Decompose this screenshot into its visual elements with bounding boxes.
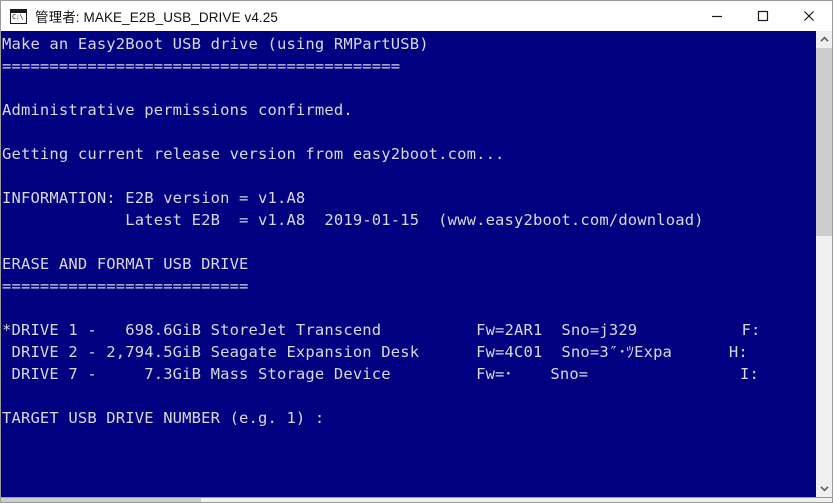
console-line: ERASE AND FORMAT USB DRIVE [2, 255, 249, 273]
scroll-up-button[interactable] [816, 31, 832, 48]
console-line: DRIVE 2 - 2,794.5GiB Seagate Expansion D… [2, 343, 748, 361]
console-line: Latest E2B = v1.A8 2019-01-15 (www.easy2… [2, 211, 704, 229]
scrollbar-thumb[interactable] [816, 48, 832, 236]
console-window-icon: C:\ [10, 8, 27, 24]
scrollbar-track[interactable] [816, 48, 832, 480]
horizontal-scrollbar[interactable] [1, 497, 832, 502]
icon-prompt-glyph: C:\ [12, 12, 24, 21]
scroll-down-button[interactable] [816, 480, 832, 497]
console-window: C:\ 管理者: MAKE_E2B_USB_DRIVE v4.25 Make a… [0, 0, 833, 503]
console-output[interactable]: Make an Easy2Boot USB drive (using RMPar… [1, 31, 815, 497]
window-controls [694, 1, 832, 31]
console-line: DRIVE 7 - 7.3GiB Mass Storage Device Fw=… [2, 365, 759, 383]
console-text-buffer: Make an Easy2Boot USB drive (using RMPar… [2, 33, 815, 429]
vertical-scrollbar[interactable] [815, 31, 832, 497]
chevron-up-icon [820, 36, 829, 42]
minimize-icon [712, 15, 722, 18]
console-line: ========================================… [2, 57, 401, 75]
console-line: INFORMATION: E2B version = v1.A8 [2, 189, 306, 207]
window-title: 管理者: MAKE_E2B_USB_DRIVE v4.25 [35, 10, 278, 25]
console-line: TARGET USB DRIVE NUMBER (e.g. 1) : [2, 409, 325, 427]
minimize-button[interactable] [694, 1, 740, 31]
horizontal-scrollbar-thumb[interactable] [1, 498, 201, 502]
maximize-icon [757, 10, 769, 22]
maximize-button[interactable] [740, 1, 786, 31]
console-line: Administrative permissions confirmed. [2, 101, 353, 119]
client-area: Make an Easy2Boot USB drive (using RMPar… [1, 31, 832, 497]
title-bar[interactable]: C:\ 管理者: MAKE_E2B_USB_DRIVE v4.25 [1, 1, 832, 31]
chevron-down-icon [820, 486, 829, 492]
console-line: Make an Easy2Boot USB drive (using RMPar… [2, 35, 429, 53]
close-icon [804, 11, 814, 21]
console-line: Getting current release version from eas… [2, 145, 505, 163]
close-button[interactable] [786, 1, 832, 31]
console-line: *DRIVE 1 - 698.6GiB StoreJet Transcend F… [2, 321, 761, 339]
console-line: ========================== [2, 277, 249, 295]
